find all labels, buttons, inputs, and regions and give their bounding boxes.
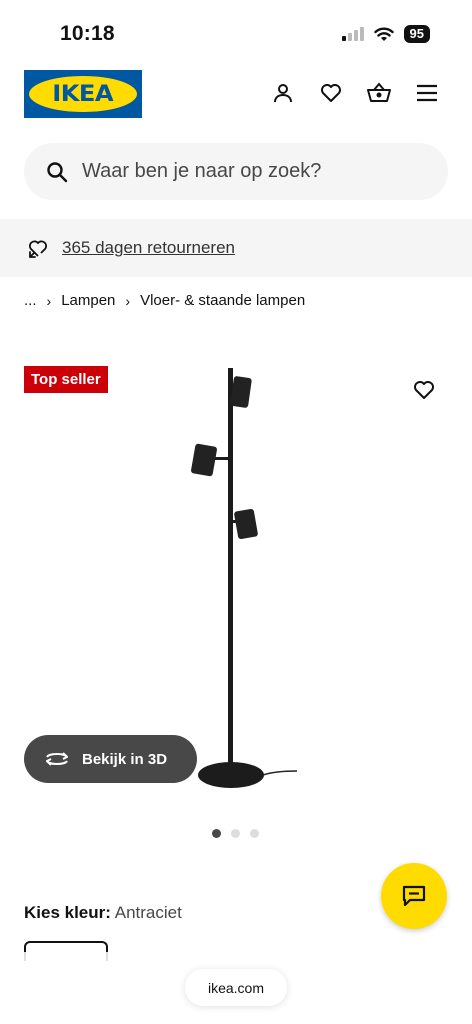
search-bar[interactable] (24, 143, 448, 200)
search-icon (47, 161, 68, 182)
favorites-button[interactable] (318, 80, 344, 106)
hamburger-menu-icon (417, 84, 437, 102)
logo-text: IKEA (52, 81, 114, 107)
heart-icon (321, 84, 341, 102)
cellular-signal-icon (341, 27, 364, 41)
add-to-favorites-button[interactable] (412, 378, 436, 402)
status-bar: 10:18 95 (0, 0, 472, 64)
rotate-3d-icon (46, 752, 68, 766)
status-icons: 95 (341, 25, 430, 43)
chevron-right-icon: › (125, 292, 131, 309)
view-in-3d-button[interactable]: Bekijk in 3D (24, 735, 197, 783)
ikea-logo[interactable]: IKEA (24, 70, 142, 118)
chat-bubble-icon (402, 885, 426, 907)
menu-button[interactable] (414, 80, 440, 106)
breadcrumb-ellipsis[interactable]: ... (24, 292, 37, 309)
wifi-icon (373, 27, 394, 41)
product-image-gallery[interactable]: Top seller Bekijk in 3D (0, 340, 472, 820)
search-input[interactable] (82, 160, 412, 183)
basket-icon (367, 82, 391, 102)
account-button[interactable] (270, 80, 296, 106)
user-icon (274, 84, 292, 103)
carousel-dot[interactable] (250, 829, 259, 838)
top-seller-badge: Top seller (24, 366, 108, 393)
returns-link[interactable]: 365 dagen retourneren (62, 238, 235, 258)
returns-banner[interactable]: 365 dagen retourneren (0, 219, 472, 277)
heart-icon (414, 381, 434, 399)
return-heart-icon (29, 240, 47, 258)
floor-lamp-product-image (191, 368, 298, 788)
color-label: Kies kleur: (24, 903, 111, 922)
status-time: 10:18 (60, 22, 115, 45)
color-value: Antraciet (114, 903, 182, 922)
browser-url-bar[interactable]: ikea.com (185, 969, 287, 1006)
chat-button[interactable] (381, 863, 447, 929)
cart-button[interactable] (366, 80, 392, 106)
breadcrumb: ... › Lampen › Vloer- & staande lampen (24, 292, 305, 309)
chevron-right-icon: › (46, 292, 52, 309)
carousel-indicators (212, 829, 259, 838)
carousel-dot[interactable] (231, 829, 240, 838)
view-in-3d-label: Bekijk in 3D (82, 750, 168, 768)
site-header: IKEA (0, 70, 472, 120)
color-selector-label: Kies kleur: Antraciet (24, 903, 182, 923)
breadcrumb-item-lampen[interactable]: Lampen (61, 292, 115, 309)
carousel-dot[interactable] (212, 829, 221, 838)
breadcrumb-item-floor-lamps[interactable]: Vloer- & staande lampen (140, 292, 305, 309)
battery-indicator: 95 (403, 25, 430, 43)
